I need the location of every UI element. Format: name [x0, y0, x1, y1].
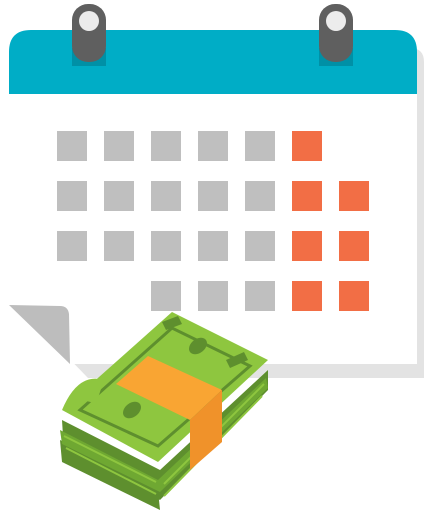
- calendar-day: [198, 131, 228, 161]
- calendar-day-highlighted: [292, 131, 322, 161]
- page-curl: [9, 305, 70, 364]
- calendar-header: [9, 30, 417, 94]
- calendar-day-highlighted: [339, 281, 369, 311]
- calendar-day-highlighted: [339, 181, 369, 211]
- calendar-day: [245, 131, 275, 161]
- calendar-day: [57, 131, 87, 161]
- illustration-canvas: [9, 4, 424, 510]
- binder-ring-right: [319, 4, 353, 66]
- calendar-money-illustration: [0, 0, 424, 515]
- calendar-day: [151, 131, 181, 161]
- calendar-day-highlighted: [292, 231, 322, 261]
- calendar-day: [245, 181, 275, 211]
- calendar-day: [104, 181, 134, 211]
- calendar-day: [151, 181, 181, 211]
- calendar-day-highlighted: [292, 181, 322, 211]
- calendar-day: [245, 231, 275, 261]
- calendar-day: [104, 231, 134, 261]
- calendar-day: [198, 231, 228, 261]
- calendar-day: [151, 231, 181, 261]
- calendar-icon: [9, 4, 424, 378]
- calendar-day: [57, 181, 87, 211]
- binder-ring-left: [72, 4, 106, 66]
- calendar-day: [245, 281, 275, 311]
- calendar-day: [198, 281, 228, 311]
- calendar-day-highlighted: [292, 281, 322, 311]
- calendar-day: [151, 281, 181, 311]
- calendar-day: [198, 181, 228, 211]
- calendar-day: [104, 131, 134, 161]
- calendar-day-highlighted: [339, 231, 369, 261]
- calendar-day: [57, 231, 87, 261]
